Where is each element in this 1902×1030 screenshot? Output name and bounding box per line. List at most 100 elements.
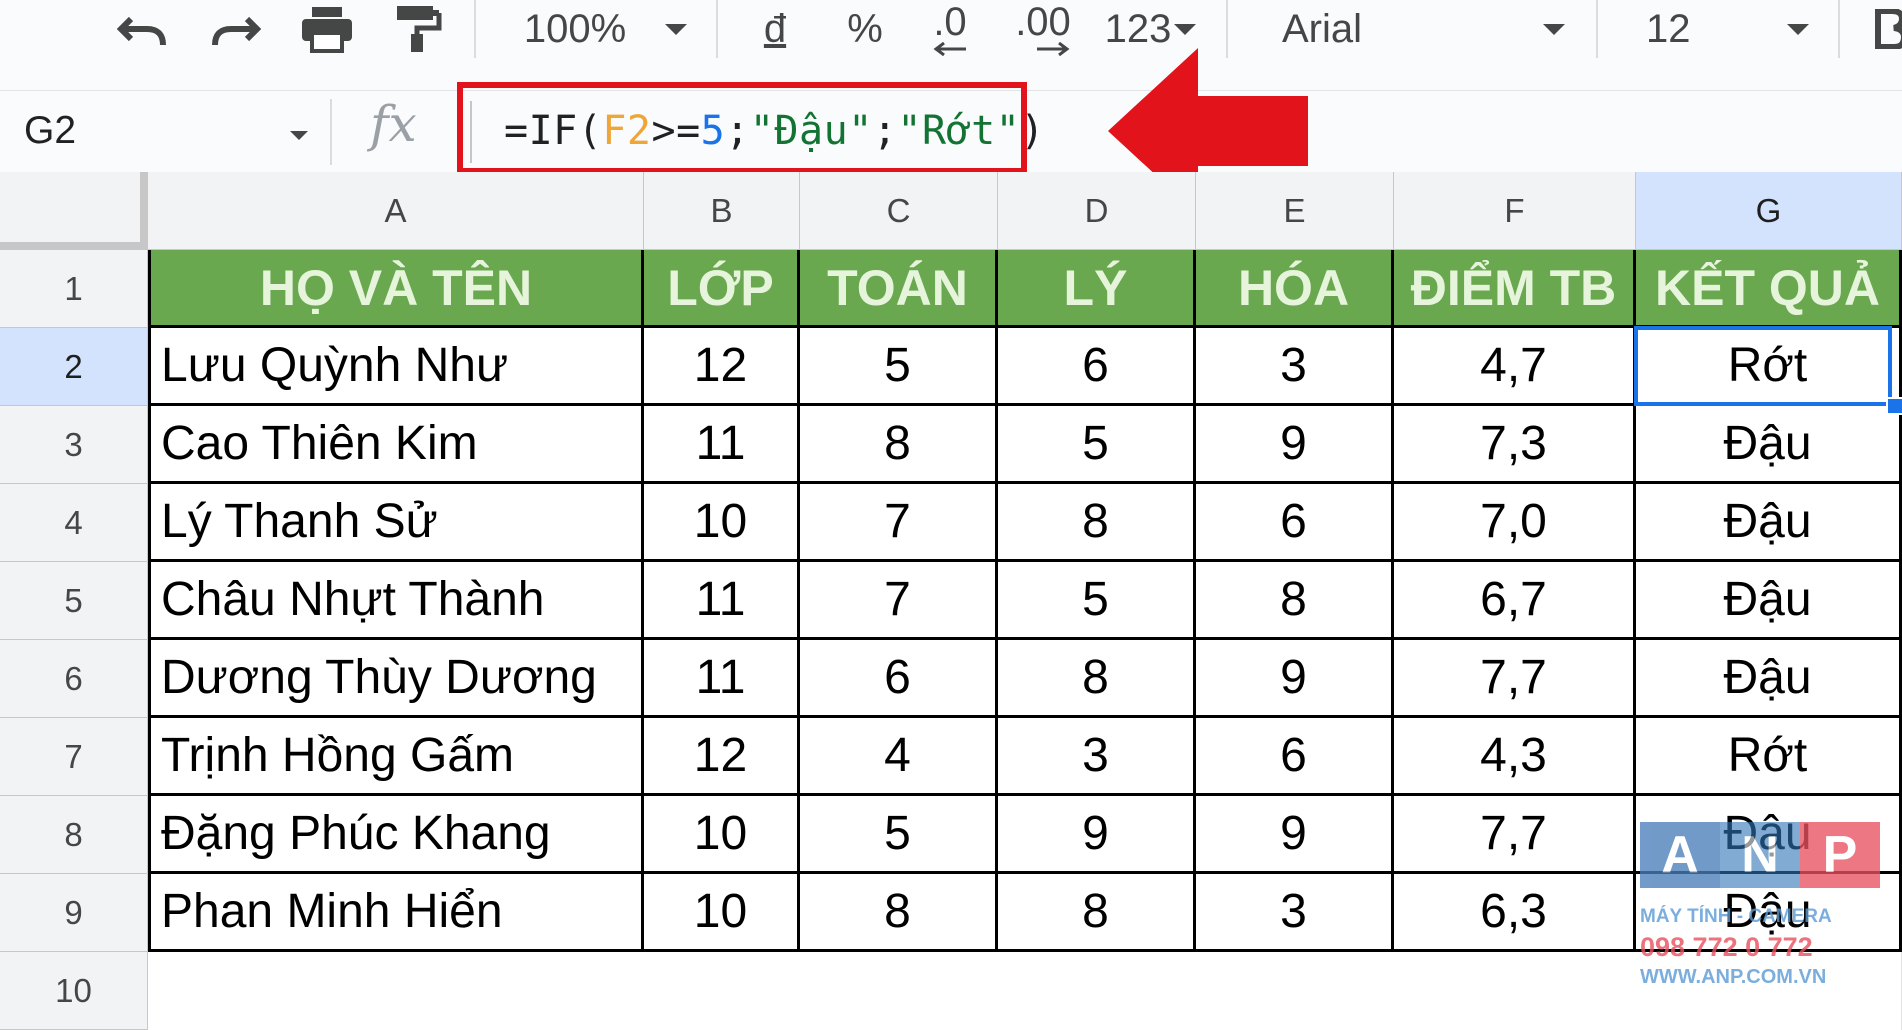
table-header-cell[interactable]: LỚP — [644, 250, 800, 328]
row-header-5[interactable]: 5 — [0, 562, 148, 640]
decrease-decimal-button[interactable]: .0 — [920, 0, 980, 58]
data-cell[interactable]: 6 — [1196, 484, 1394, 562]
bold-icon[interactable] — [1874, 0, 1902, 58]
chevron-down-icon[interactable] — [658, 0, 694, 58]
name-cell[interactable]: Cao Thiên Kim — [148, 406, 644, 484]
table-header-cell[interactable]: HÓA — [1196, 250, 1394, 328]
font-size-select[interactable]: 12 — [1646, 0, 1696, 58]
data-cell[interactable]: 5 — [800, 796, 998, 874]
table-header-cell[interactable]: HỌ VÀ TÊN — [148, 250, 644, 328]
data-cell[interactable]: 9 — [1196, 640, 1394, 718]
column-header-d[interactable]: D — [998, 172, 1196, 250]
data-cell[interactable]: Đậu — [1636, 406, 1902, 484]
redo-icon[interactable] — [200, 0, 270, 58]
data-cell[interactable]: 8 — [800, 406, 998, 484]
formula-input[interactable]: =IF(F2>=5;"Đậu";"Rớt") — [504, 108, 1045, 154]
data-cell[interactable]: 10 — [644, 874, 800, 952]
data-cell[interactable]: 12 — [644, 718, 800, 796]
row-header-2[interactable]: 2 — [0, 328, 148, 406]
data-cell[interactable]: 4,7 — [1394, 328, 1636, 406]
data-cell[interactable]: 7,0 — [1394, 484, 1636, 562]
column-header-a[interactable]: A — [148, 172, 644, 250]
data-cell[interactable]: 7,3 — [1394, 406, 1636, 484]
row-header-3[interactable]: 3 — [0, 406, 148, 484]
data-cell[interactable]: 5 — [998, 406, 1196, 484]
data-cell[interactable]: Đậu — [1636, 484, 1902, 562]
data-cell[interactable]: Rớt — [1636, 328, 1902, 406]
data-cell[interactable]: 10 — [644, 484, 800, 562]
data-cell[interactable]: 6 — [800, 640, 998, 718]
print-icon[interactable] — [292, 0, 362, 58]
data-cell[interactable]: 8 — [998, 874, 1196, 952]
data-cell[interactable]: 4 — [800, 718, 998, 796]
empty-row[interactable] — [148, 952, 1902, 1030]
data-cell[interactable]: 8 — [800, 874, 998, 952]
chevron-down-icon[interactable] — [1536, 0, 1572, 58]
row-header-1[interactable]: 1 — [0, 250, 148, 328]
data-cell[interactable]: 5 — [800, 328, 998, 406]
undo-icon[interactable] — [108, 0, 178, 58]
data-cell[interactable]: 7,7 — [1394, 796, 1636, 874]
table-header-cell[interactable]: TOÁN — [800, 250, 998, 328]
data-cell[interactable]: 8 — [998, 484, 1196, 562]
data-cell[interactable]: 5 — [998, 562, 1196, 640]
increase-decimal-button[interactable]: .00 — [1008, 0, 1078, 58]
row-header-8[interactable]: 8 — [0, 796, 148, 874]
data-cell[interactable]: Đậu — [1636, 562, 1902, 640]
row-header-7[interactable]: 7 — [0, 718, 148, 796]
row-header-10[interactable]: 10 — [0, 952, 148, 1030]
data-cell[interactable]: 7,7 — [1394, 640, 1636, 718]
column-header-b[interactable]: B — [644, 172, 800, 250]
data-cell[interactable]: 8 — [1196, 562, 1394, 640]
data-cell[interactable]: 11 — [644, 562, 800, 640]
data-cell[interactable]: 9 — [998, 796, 1196, 874]
zoom-select[interactable]: 100% — [520, 0, 630, 58]
column-header-f[interactable]: F — [1394, 172, 1636, 250]
data-cell[interactable]: 10 — [644, 796, 800, 874]
table-header-cell[interactable]: ĐIỂM TB — [1394, 250, 1636, 328]
toolbar: 100% đ % .0 .00 123 Arial 12 — [0, 0, 1902, 90]
name-cell[interactable]: Dương Thùy Dương — [148, 640, 644, 718]
row-header-6[interactable]: 6 — [0, 640, 148, 718]
chevron-down-icon[interactable] — [290, 131, 308, 140]
data-cell[interactable]: Đậu — [1636, 640, 1902, 718]
data-cell[interactable]: 12 — [644, 328, 800, 406]
name-cell[interactable]: Lý Thanh Sử — [148, 484, 644, 562]
column-header-g[interactable]: G — [1636, 172, 1902, 250]
data-cell[interactable]: 6 — [998, 328, 1196, 406]
name-cell[interactable]: Trịnh Hồng Gấm — [148, 718, 644, 796]
data-cell[interactable]: 11 — [644, 406, 800, 484]
data-cell[interactable]: 6,7 — [1394, 562, 1636, 640]
data-cell[interactable]: 7 — [800, 562, 998, 640]
name-cell[interactable]: Phan Minh Hiển — [148, 874, 644, 952]
name-box[interactable]: G2 — [24, 109, 76, 153]
name-cell[interactable]: Đặng Phúc Khang — [148, 796, 644, 874]
data-cell[interactable]: Rớt — [1636, 718, 1902, 796]
percent-format-button[interactable]: % — [840, 0, 890, 58]
paint-format-icon[interactable] — [384, 0, 454, 58]
increase-decimal-label: .00 — [1015, 0, 1071, 44]
data-cell[interactable]: 6,3 — [1394, 874, 1636, 952]
name-cell[interactable]: Châu Nhựt Thành — [148, 562, 644, 640]
select-all-corner[interactable] — [0, 172, 148, 250]
name-cell[interactable]: Lưu Quỳnh Như — [148, 328, 644, 406]
row-header-9[interactable]: 9 — [0, 874, 148, 952]
table-header-cell[interactable]: LÝ — [998, 250, 1196, 328]
data-cell[interactable]: 4,3 — [1394, 718, 1636, 796]
column-header-c[interactable]: C — [800, 172, 998, 250]
table-header-cell[interactable]: KẾT QUẢ — [1636, 250, 1902, 328]
data-cell[interactable]: 3 — [1196, 328, 1394, 406]
currency-format-button[interactable]: đ — [750, 0, 800, 58]
data-cell[interactable]: 7 — [800, 484, 998, 562]
data-cell[interactable]: 11 — [644, 640, 800, 718]
data-cell[interactable]: 6 — [1196, 718, 1394, 796]
data-cell[interactable]: 3 — [1196, 874, 1394, 952]
row-header-4[interactable]: 4 — [0, 484, 148, 562]
data-cell[interactable]: 9 — [1196, 796, 1394, 874]
data-cell[interactable]: 3 — [998, 718, 1196, 796]
column-header-e[interactable]: E — [1196, 172, 1394, 250]
fill-handle[interactable] — [1886, 397, 1902, 415]
data-cell[interactable]: 9 — [1196, 406, 1394, 484]
data-cell[interactable]: 8 — [998, 640, 1196, 718]
chevron-down-icon[interactable] — [1780, 0, 1816, 58]
